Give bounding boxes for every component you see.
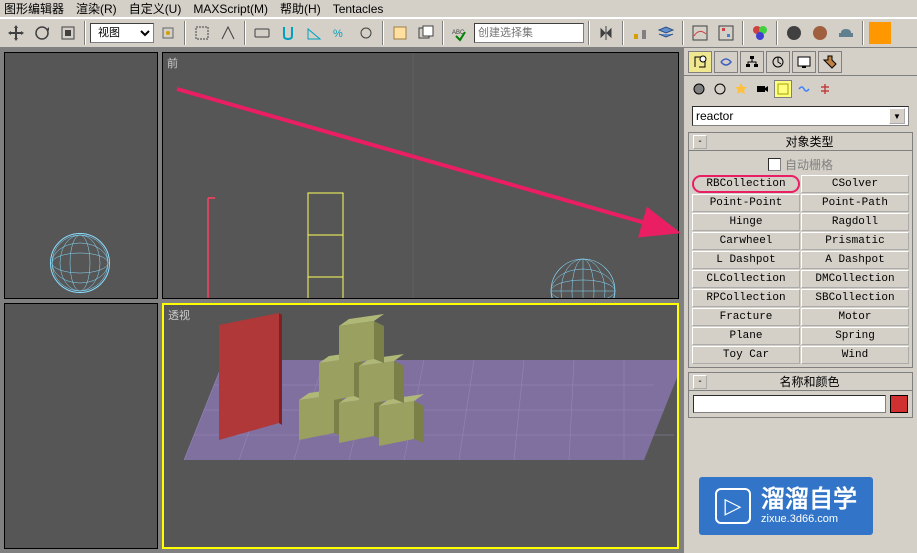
viewport-top[interactable] bbox=[4, 52, 158, 299]
create-tab-icon[interactable] bbox=[688, 51, 712, 73]
snap-toggle-icon[interactable] bbox=[276, 21, 300, 45]
autogrid-label: 自动栅格 bbox=[785, 156, 833, 173]
custom-icon-1[interactable] bbox=[868, 21, 892, 45]
move-tool-icon[interactable] bbox=[4, 21, 28, 45]
named-sel-icon[interactable] bbox=[414, 21, 438, 45]
autogrid-checkbox[interactable] bbox=[768, 158, 781, 171]
viewport-front[interactable]: 前 bbox=[162, 52, 679, 299]
object-type-rollout-header[interactable]: - 对象类型 bbox=[689, 133, 912, 151]
scale-tool-icon[interactable] bbox=[56, 21, 80, 45]
menu-help[interactable]: 帮助(H) bbox=[280, 0, 321, 17]
carwheel-button[interactable]: Carwheel bbox=[692, 232, 800, 250]
dropdown-arrow-icon: ▼ bbox=[889, 108, 905, 124]
plane-button[interactable]: Plane bbox=[692, 327, 800, 345]
rotate-tool-icon[interactable] bbox=[30, 21, 54, 45]
reference-coord-dropdown[interactable]: 视图 bbox=[90, 23, 154, 43]
create-subtabs bbox=[684, 76, 917, 102]
mirror-icon[interactable] bbox=[594, 21, 618, 45]
align-icon[interactable] bbox=[628, 21, 652, 45]
ragdoll-button[interactable]: Ragdoll bbox=[801, 213, 909, 231]
material-editor-icon[interactable] bbox=[748, 21, 772, 45]
utilities-tab-icon[interactable] bbox=[818, 51, 842, 73]
viewport-perspective-label: 透视 bbox=[168, 307, 190, 323]
menu-render[interactable]: 渲染(R) bbox=[76, 0, 117, 17]
name-color-rollout: - 名称和颜色 bbox=[688, 372, 913, 418]
curve-editor-icon[interactable] bbox=[688, 21, 712, 45]
watermark-title: 溜溜自学 bbox=[761, 487, 857, 513]
render-scene-icon[interactable] bbox=[782, 21, 806, 45]
a-dashpot-button[interactable]: A Dashpot bbox=[801, 251, 909, 269]
watermark: ▷ 溜溜自学 zixue.3d66.com bbox=[699, 477, 873, 535]
sbcollection-button[interactable]: SBCollection bbox=[801, 289, 909, 307]
menu-maxscript[interactable]: MAXScript(M) bbox=[193, 2, 268, 16]
rpcollection-button[interactable]: RPCollection bbox=[692, 289, 800, 307]
systems-subtab-icon[interactable] bbox=[816, 80, 834, 98]
point-path-button[interactable]: Point-Path bbox=[801, 194, 909, 212]
watermark-logo-icon: ▷ bbox=[715, 488, 751, 524]
hierarchy-tab-icon[interactable] bbox=[740, 51, 764, 73]
modify-tab-icon[interactable] bbox=[714, 51, 738, 73]
rollout-collapse-icon[interactable]: - bbox=[693, 135, 707, 149]
svg-text:%: % bbox=[333, 28, 343, 40]
fracture-button[interactable]: Fracture bbox=[692, 308, 800, 326]
csolver-button[interactable]: CSolver bbox=[801, 175, 909, 193]
motion-tab-icon[interactable] bbox=[766, 51, 790, 73]
pivot-icon[interactable] bbox=[156, 21, 180, 45]
menu-customize[interactable]: 自定义(U) bbox=[129, 0, 182, 17]
prismatic-button[interactable]: Prismatic bbox=[801, 232, 909, 250]
schematic-view-icon[interactable] bbox=[714, 21, 738, 45]
edit-named-sel-icon[interactable] bbox=[388, 21, 412, 45]
category-dropdown-value: reactor bbox=[696, 109, 733, 123]
watermark-url: zixue.3d66.com bbox=[761, 513, 857, 525]
object-name-input[interactable] bbox=[693, 395, 886, 413]
spacewarps-subtab-icon[interactable] bbox=[795, 80, 813, 98]
object-color-swatch[interactable] bbox=[890, 395, 908, 413]
menu-graph-editor[interactable]: 图形编辑器 bbox=[4, 0, 64, 17]
category-dropdown[interactable]: reactor ▼ bbox=[692, 106, 909, 126]
keyboard-shortcut-icon[interactable] bbox=[250, 21, 274, 45]
rollout-collapse-icon-2[interactable]: - bbox=[693, 375, 707, 389]
point-point-button[interactable]: Point-Point bbox=[692, 194, 800, 212]
hinge-button[interactable]: Hinge bbox=[692, 213, 800, 231]
shapes-subtab-icon[interactable] bbox=[711, 80, 729, 98]
display-tab-icon[interactable] bbox=[792, 51, 816, 73]
name-color-rollout-header[interactable]: - 名称和颜色 bbox=[689, 373, 912, 391]
clcollection-button[interactable]: CLCollection bbox=[692, 270, 800, 288]
angle-snap-icon[interactable] bbox=[302, 21, 326, 45]
viewport-perspective[interactable]: 透视 bbox=[162, 303, 679, 550]
rbcollection-button[interactable]: RBCollection bbox=[692, 175, 800, 193]
object-type-rollout-title: 对象类型 bbox=[711, 133, 908, 150]
spinner-snap-icon[interactable] bbox=[354, 21, 378, 45]
name-color-rollout-title: 名称和颜色 bbox=[711, 373, 908, 390]
geometry-subtab-icon[interactable] bbox=[690, 80, 708, 98]
l-dashpot-button[interactable]: L Dashpot bbox=[692, 251, 800, 269]
command-panel-tabs bbox=[684, 48, 917, 76]
quick-render-icon[interactable] bbox=[834, 21, 858, 45]
viewport-front-label: 前 bbox=[167, 55, 178, 71]
object-type-rollout: - 对象类型 自动栅格 RBCollection CSolver Point-P… bbox=[688, 132, 913, 368]
viewports-container: 前 bbox=[0, 48, 683, 553]
abc-toggle-icon[interactable]: ABC bbox=[448, 21, 472, 45]
viewport-left[interactable] bbox=[4, 303, 158, 550]
select-tool-icon[interactable] bbox=[190, 21, 214, 45]
motor-button[interactable]: Motor bbox=[801, 308, 909, 326]
wind-button[interactable]: Wind bbox=[801, 346, 909, 364]
layers-icon[interactable] bbox=[654, 21, 678, 45]
selection-set-input[interactable] bbox=[474, 23, 584, 43]
toy-car-button[interactable]: Toy Car bbox=[692, 346, 800, 364]
spring-button[interactable]: Spring bbox=[801, 327, 909, 345]
cameras-subtab-icon[interactable] bbox=[753, 80, 771, 98]
helpers-subtab-icon[interactable] bbox=[774, 80, 792, 98]
object-type-button-grid: RBCollection CSolver Point-Point Point-P… bbox=[692, 175, 909, 364]
autogrid-row: 自动栅格 bbox=[692, 154, 909, 175]
manipulate-icon[interactable] bbox=[216, 21, 240, 45]
menu-tentacles[interactable]: Tentacles bbox=[333, 2, 384, 16]
percent-snap-icon[interactable]: % bbox=[328, 21, 352, 45]
main-toolbar: 视图 % ABC bbox=[0, 18, 917, 48]
lights-subtab-icon[interactable] bbox=[732, 80, 750, 98]
menu-bar: 图形编辑器 渲染(R) 自定义(U) MAXScript(M) 帮助(H) Te… bbox=[0, 0, 917, 18]
render-dialog-icon[interactable] bbox=[808, 21, 832, 45]
dmcollection-button[interactable]: DMCollection bbox=[801, 270, 909, 288]
